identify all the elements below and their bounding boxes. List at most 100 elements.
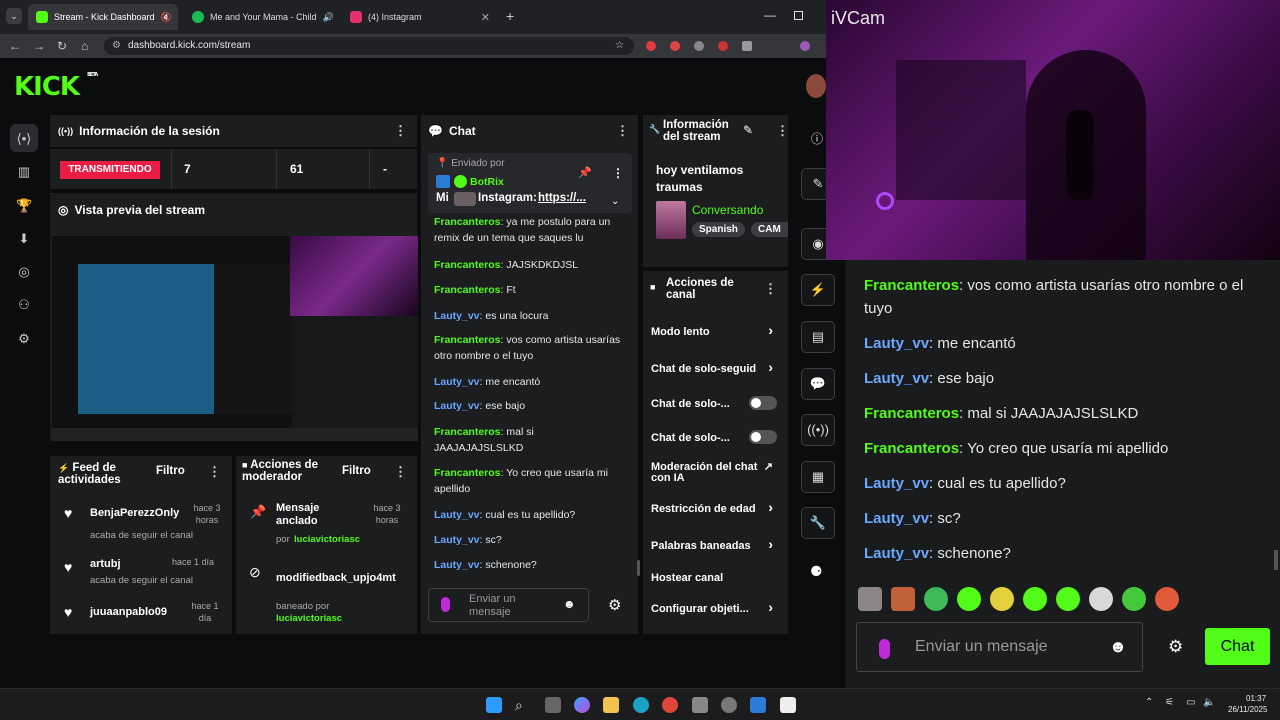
activity-menu-icon[interactable]: ⋮ xyxy=(208,464,221,480)
reload-icon[interactable]: ↻ xyxy=(57,39,67,53)
maximize-icon[interactable] xyxy=(794,11,803,20)
chrome-icon[interactable] xyxy=(662,697,678,713)
sidebar-analytics-icon[interactable]: ▥ xyxy=(16,164,32,179)
pinned-user[interactable]: BotRix xyxy=(470,176,504,188)
extension-icon-3[interactable] xyxy=(694,41,704,51)
bookmark-star-icon[interactable]: ☆ xyxy=(615,37,624,55)
edge-icon[interactable] xyxy=(633,697,649,713)
channel-action-4[interactable]: Moderación del chat con IA ↗ xyxy=(651,460,781,486)
overlay-scrollbar[interactable] xyxy=(1274,550,1278,570)
chat-username[interactable]: Lauty_vv xyxy=(434,376,480,388)
channel-action-1[interactable]: Chat de solo-seguid › xyxy=(651,359,781,377)
tray-display-icon[interactable]: ▭ xyxy=(1186,697,1195,708)
chat-input[interactable]: Enviar un mensaje ☻ xyxy=(428,588,589,622)
back-icon[interactable]: ← xyxy=(9,39,21,53)
pin-icon[interactable]: 📌 xyxy=(578,166,592,179)
tray-chevron-icon[interactable]: ⌃ xyxy=(1145,697,1153,708)
pinned-menu-icon[interactable]: ⋮ xyxy=(612,166,624,180)
edit-pencil-icon[interactable]: ✎ xyxy=(743,123,753,137)
chat-menu-icon[interactable]: ⋮ xyxy=(616,123,629,139)
toggle-switch[interactable] xyxy=(749,430,777,444)
channel-action-2[interactable]: Chat de solo-... xyxy=(651,396,781,412)
new-tab-button[interactable]: + xyxy=(506,8,514,24)
wrench-tool-button[interactable]: 🔧 xyxy=(801,507,835,539)
toggle-switch[interactable] xyxy=(749,396,777,410)
mod-action-by-user[interactable]: luciavictoriasc xyxy=(294,534,360,545)
task-view-icon[interactable] xyxy=(545,697,561,713)
channel-action-5[interactable]: Restricción de edad › xyxy=(651,499,781,517)
mod-action-by-user[interactable]: luciavictoriasc xyxy=(276,613,342,624)
emote-icon[interactable] xyxy=(990,587,1014,611)
extension-icon-1[interactable] xyxy=(646,41,656,51)
chat-username[interactable]: Francanteros xyxy=(434,259,501,271)
sidebar-community-icon[interactable]: ⚇ xyxy=(16,297,32,312)
ivcam-icon[interactable] xyxy=(750,697,766,713)
notes-tool-button[interactable]: ▤ xyxy=(801,321,835,353)
video-tool-button[interactable]: ▦ xyxy=(801,461,835,493)
chat-username[interactable]: Lauty_vv xyxy=(434,509,480,521)
channel-action-8[interactable]: Configurar objeti... › xyxy=(651,599,781,617)
tray-volume-icon[interactable]: 🔈 xyxy=(1203,697,1215,708)
chat-username[interactable]: Francanteros xyxy=(434,334,501,346)
file-explorer-icon[interactable] xyxy=(603,697,619,713)
copilot-icon[interactable] xyxy=(574,697,590,713)
emote-icon[interactable] xyxy=(1056,587,1080,611)
channel-action-7[interactable]: Hostear canal xyxy=(651,570,781,586)
channel-action-6[interactable]: Palabras baneadas › xyxy=(651,536,781,554)
clock-date[interactable]: 26/11/2025 xyxy=(1228,705,1267,714)
profile-avatar-icon[interactable] xyxy=(800,41,810,51)
emote-icon[interactable] xyxy=(957,587,981,611)
start-icon[interactable] xyxy=(486,697,502,713)
capcut-icon[interactable] xyxy=(780,697,796,713)
channel-action-3[interactable]: Chat de solo-... xyxy=(651,430,781,446)
sidebar-trophy-icon[interactable]: 🏆 xyxy=(16,198,32,213)
tab-me-and-your-mama[interactable]: Me and Your Mama - Child 🔊 ✕ xyxy=(184,4,334,30)
tag-cam[interactable]: CAM xyxy=(751,222,788,237)
overlay-chat-username[interactable]: Francanteros xyxy=(864,440,959,457)
emote-icon[interactable] xyxy=(858,587,882,611)
sidebar-clips-icon[interactable]: ◎ xyxy=(16,264,32,279)
emoji-icon[interactable]: ☻ xyxy=(1109,637,1127,657)
extension-icon-2[interactable] xyxy=(670,41,680,51)
tag-spanish[interactable]: Spanish xyxy=(692,222,745,237)
overlay-chat-input[interactable]: Enviar un mensaje ☻ xyxy=(856,622,1143,672)
overlay-chat-username[interactable]: Lauty_vv xyxy=(864,545,929,562)
user-avatar[interactable] xyxy=(806,74,826,98)
pinned-message[interactable]: 📍 Enviado por 📌 ⋮ BotRix Mi Instagram: h… xyxy=(428,153,632,213)
chat-username[interactable]: Lauty_vv xyxy=(434,310,480,322)
overlay-chat-username[interactable]: Lauty_vv xyxy=(864,335,929,352)
tray-network-icon[interactable]: ⚟ xyxy=(1165,697,1174,708)
lightning-tool-button[interactable]: ⚡ xyxy=(801,274,835,306)
mod-filter-button[interactable]: Filtro xyxy=(342,465,371,477)
chat-username[interactable]: Francanteros xyxy=(434,284,501,296)
extensions-puzzle-icon[interactable] xyxy=(742,41,752,51)
settings-icon[interactable] xyxy=(721,697,737,713)
emote-icon[interactable] xyxy=(1089,587,1113,611)
chat-username[interactable]: Francanteros xyxy=(434,216,501,228)
emote-icon[interactable] xyxy=(1122,587,1146,611)
session-menu-icon[interactable]: ⋮ xyxy=(394,123,407,139)
channel-actions-menu-icon[interactable]: ⋮ xyxy=(764,281,777,297)
sidebar-settings-icon[interactable]: ⚙ xyxy=(16,331,32,346)
chat-username[interactable]: Lauty_vv xyxy=(434,559,480,571)
category-name[interactable]: Conversando xyxy=(692,203,763,217)
emoji-icon[interactable]: ☻ xyxy=(563,597,576,611)
clock-time[interactable]: 01:37 xyxy=(1246,694,1266,703)
stream-preview-video[interactable] xyxy=(52,236,418,441)
chat-tool-button[interactable]: 💬 xyxy=(801,368,835,400)
emote-icon[interactable] xyxy=(891,587,915,611)
pinned-link[interactable]: https://... xyxy=(538,192,586,204)
chat-username[interactable]: Lauty_vv xyxy=(434,534,480,546)
tab-kick-dashboard[interactable]: Stream - Kick Dashboard 🔇 ✕ xyxy=(28,4,178,30)
store-icon[interactable] xyxy=(692,697,708,713)
close-tab-icon[interactable]: ✕ xyxy=(481,11,490,24)
overlay-settings-icon[interactable]: ⚙ xyxy=(1168,637,1183,657)
forward-icon[interactable]: → xyxy=(33,39,45,53)
broadcast-tool-button[interactable]: ((•)) xyxy=(801,414,835,446)
mod-menu-icon[interactable]: ⋮ xyxy=(394,464,407,480)
mute-icon[interactable]: 🔇 xyxy=(161,12,172,23)
site-info-icon[interactable]: ⚙ xyxy=(112,37,121,55)
activity-filter-button[interactable]: Filtro xyxy=(156,465,185,477)
minimize-icon[interactable]: — xyxy=(764,8,776,22)
stream-info-menu-icon[interactable]: ⋮ xyxy=(776,123,789,139)
